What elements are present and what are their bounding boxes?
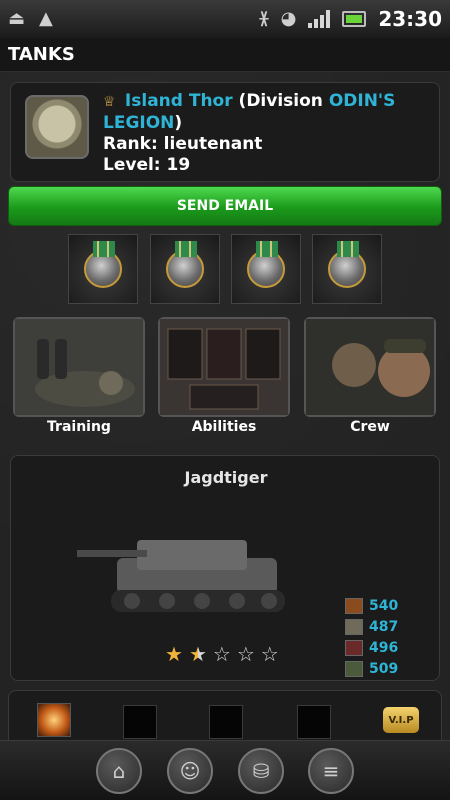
bluetooth-icon: ᚕ [259,8,269,29]
abilities-label: Abilities [191,419,257,435]
profile-button[interactable]: ☺ [167,748,213,794]
rank-crown-icon: ♕ [103,94,116,110]
player-name[interactable]: Island Thor [125,91,233,111]
home-button[interactable]: ⌂ [96,748,142,794]
star-empty-icon: ☆ [236,642,255,666]
profile-panel: ♕ Island Thor (Division ODIN'S LEGION) R… [10,82,440,182]
medal-1[interactable] [68,234,138,304]
crew-tile[interactable] [304,317,436,417]
abilities-tile[interactable] [158,317,290,417]
person-icon: ☺ [179,759,201,783]
player-avatar[interactable] [25,95,89,159]
menu-icon: ≡ [322,759,340,783]
armor-icon [345,619,363,635]
app-title-bar: TANKS [0,38,450,72]
empty-slot-2[interactable] [209,705,243,739]
star-full-icon: ★ [165,642,183,666]
abilities-image [160,319,288,415]
medal-3[interactable] [231,234,301,304]
status-clock: 23:30 [378,7,442,31]
vip-badge[interactable]: V.I.P [383,707,419,733]
tank-stat-armor: 487 [345,619,398,635]
usb-icon: ⏏ [8,8,26,29]
battery-icon [342,11,367,27]
division-suffix: ) [174,113,183,133]
crew-label: Crew [350,419,390,435]
training-label: Training [47,419,111,435]
main-content: ♕ Island Thor (Division ODIN'S LEGION) R… [0,72,450,750]
medal-2[interactable] [150,234,220,304]
menu-button[interactable]: ≡ [308,748,354,794]
status-bar: ⏏ ▲ ᚕ ◕ 23:30 [0,0,450,38]
star-empty-icon: ☆ [260,642,279,666]
target-icon [345,640,363,656]
tank-stat-mobility: 509 [345,661,398,677]
wifi-icon: ◕ [280,8,297,29]
explosion-boost-icon[interactable] [37,703,71,737]
tank-image [77,540,285,612]
player-level: Level: 19 [103,155,191,175]
division-prefix: (Division [238,91,329,111]
training-image [15,319,143,415]
signal-icon [308,10,331,28]
profile-info: ♕ Island Thor (Division ODIN'S LEGION) R… [103,91,433,176]
tank-stat-firepower: 540 [345,598,398,614]
medal-4[interactable] [312,234,382,304]
training-tile[interactable] [13,317,145,417]
coins-button[interactable]: ⛁ [238,748,284,794]
bottom-nav: ⌂ ☺ ⛁ ≡ [0,740,450,800]
star-half-icon: ★ [188,642,207,666]
tread-icon [345,661,363,677]
coins-icon: ⛁ [252,759,270,783]
star-empty-icon: ☆ [212,642,231,666]
empty-slot-3[interactable] [297,705,331,739]
send-email-button[interactable]: SEND EMAIL [8,186,442,226]
android-icon: ▲ [39,8,53,29]
app-title: TANKS [8,44,75,65]
tank-rating: ★ ★ ☆ ☆ ☆ [165,642,279,666]
player-rank: Rank: lieutenant [103,134,263,154]
home-icon: ⌂ [112,759,126,783]
tank-stat-accuracy: 496 [345,640,398,656]
tank-name: Jagdtiger [184,468,268,487]
tank-panel[interactable]: Jagdtiger 540 487 496 509 ★ ★ ☆ ☆ ☆ [10,455,440,681]
empty-slot-1[interactable] [123,705,157,739]
explosion-icon [345,598,363,614]
crew-image [306,319,434,415]
